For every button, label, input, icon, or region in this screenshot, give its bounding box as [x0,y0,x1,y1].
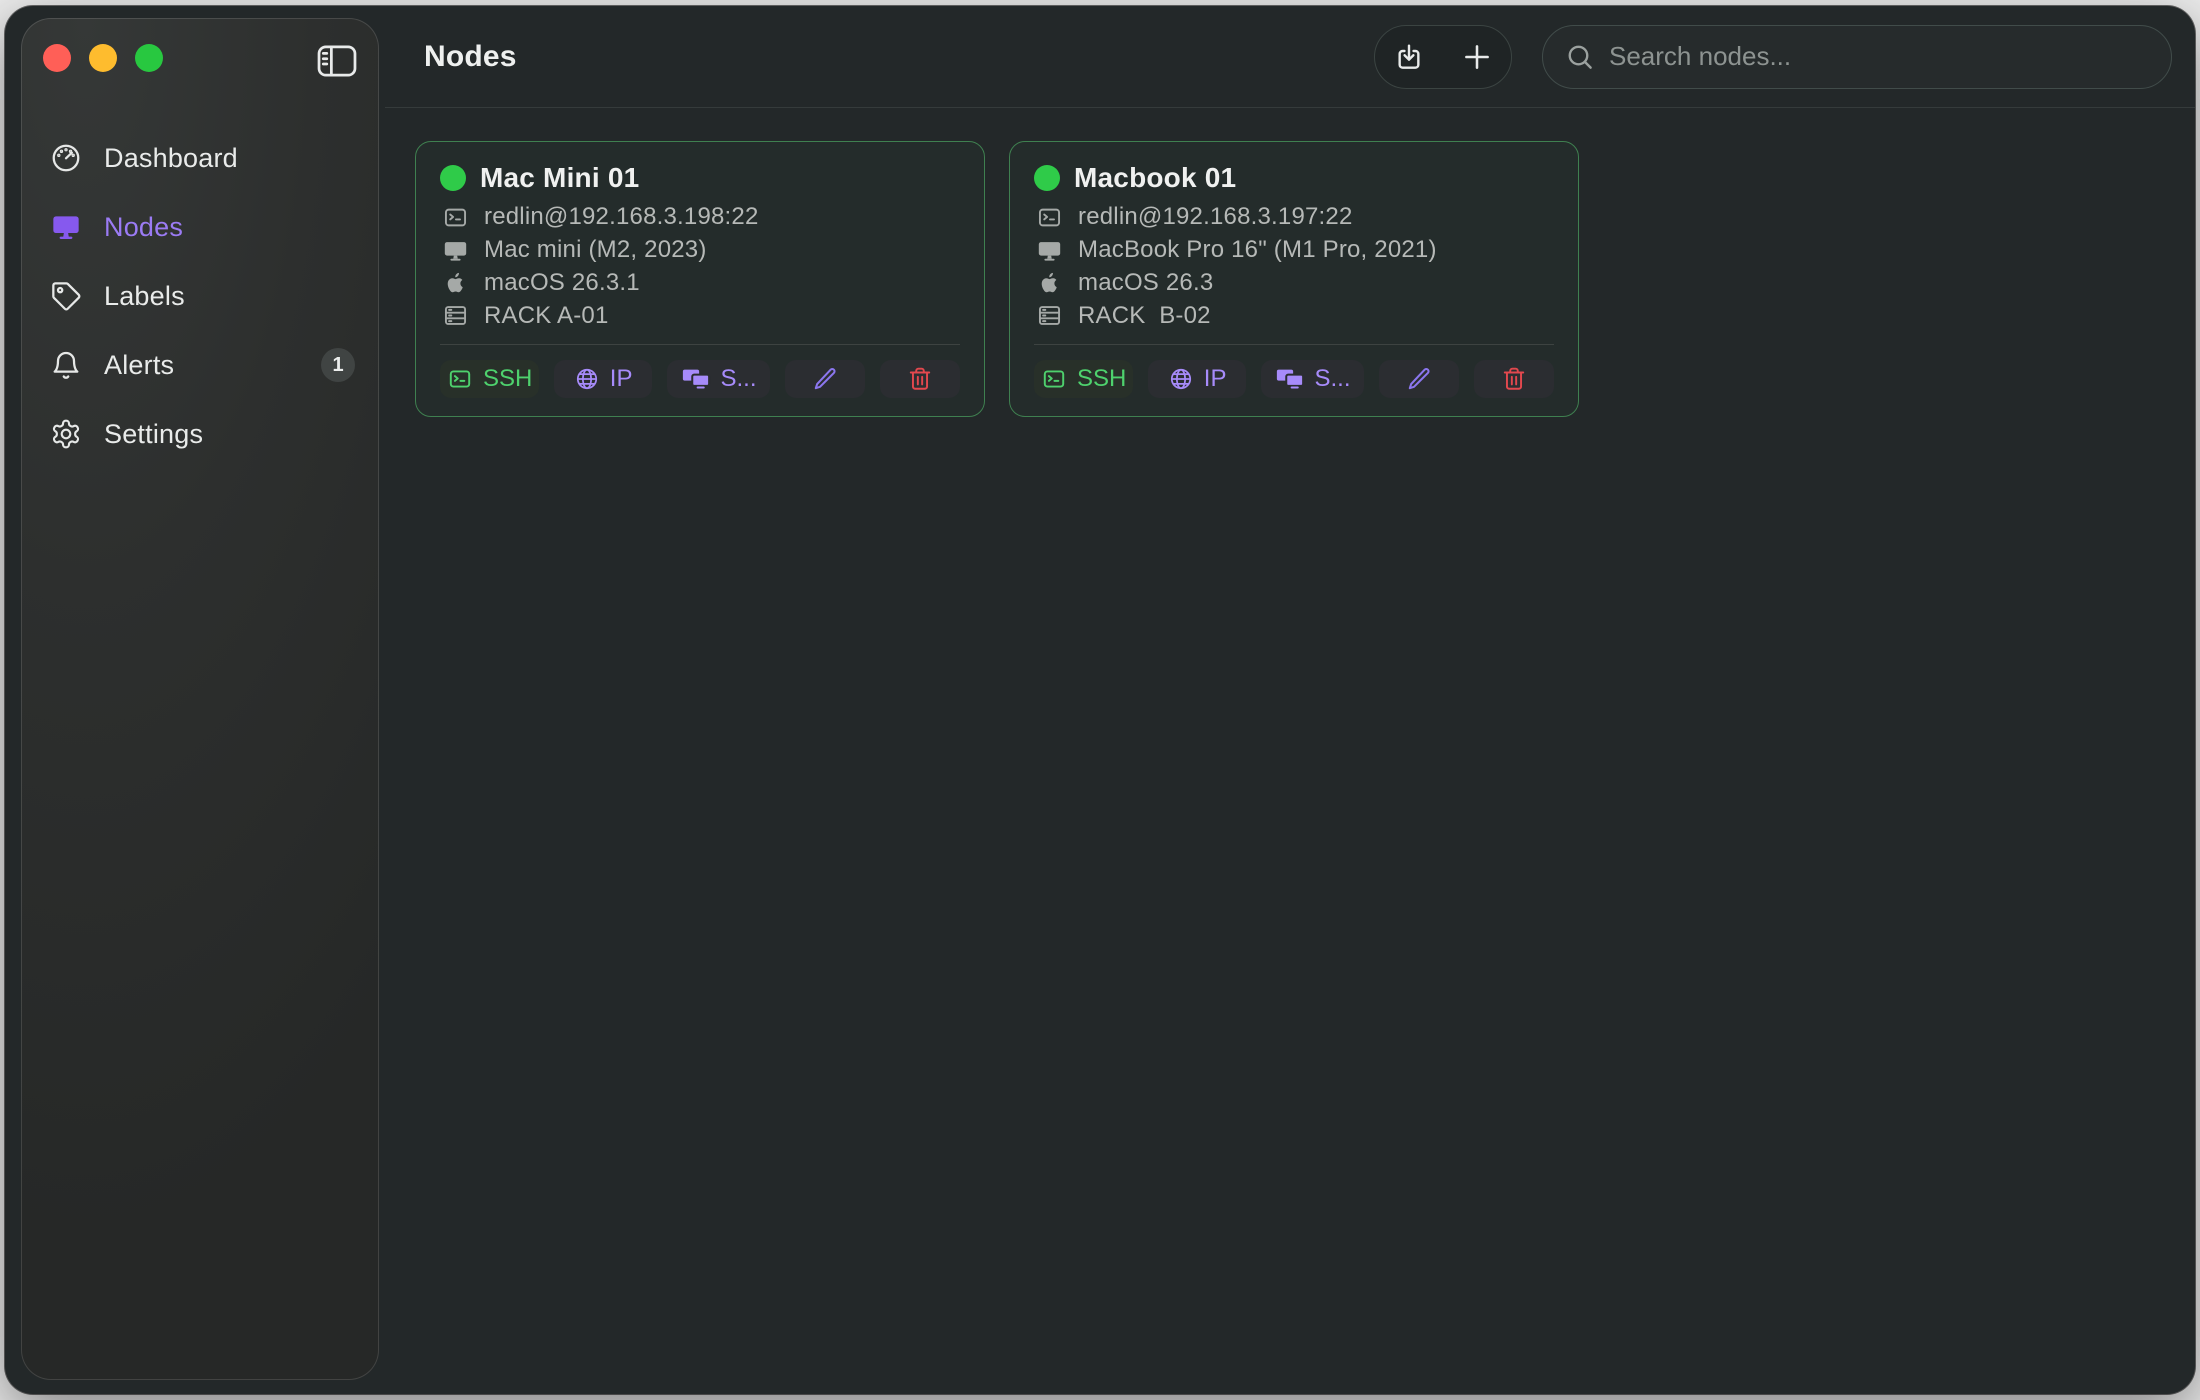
search-icon [1565,42,1595,72]
node-model: Mac mini (M2, 2023) [484,236,707,264]
ip-button[interactable]: IP [554,360,651,398]
toolbar [1374,25,1512,89]
rack-icon [1034,302,1064,329]
node-name: Mac Mini 01 [480,162,639,194]
sidebar-item-label: Settings [104,419,203,450]
close-button[interactable] [43,44,71,72]
apple-icon [1034,270,1064,295]
tag-icon [49,279,83,313]
sidebar: Dashboard Nodes [21,18,379,1380]
node-os: macOS 26.3.1 [484,269,640,297]
terminal-icon [447,366,473,392]
globe-icon [574,366,600,392]
globe-icon [1168,366,1194,392]
ssh-address: redlin@192.168.3.197:22 [1078,203,1353,231]
card-divider [1034,344,1554,345]
node-card-header: Macbook 01 [1034,162,1554,194]
monitor-icon [440,237,470,264]
delete-button[interactable] [1474,360,1554,398]
sidebar-nav: Dashboard Nodes [21,72,379,458]
node-card-header: Mac Mini 01 [440,162,960,194]
ssh-button[interactable]: SSH [1034,360,1133,398]
node-card: Mac Mini 01 redlin@192.168.3.198:22 [415,141,985,417]
app-window: Dashboard Nodes [5,6,2195,1394]
main-area: Nodes [385,6,2195,1394]
ssh-address-row: redlin@192.168.3.198:22 [440,201,960,234]
sidebar-item-nodes[interactable]: Nodes [35,203,365,251]
ip-button-label: IP [1204,365,1227,393]
header: Nodes [385,6,2195,108]
sidebar-item-label: Alerts [104,350,174,381]
node-rack: RACK B-02 [1078,302,1211,330]
ssh-button-label: SSH [1077,365,1126,393]
ssh-button[interactable]: SSH [440,360,539,398]
trash-icon [1501,366,1527,392]
os-row: macOS 26.3 [1034,267,1554,300]
rack-row: RACK B-02 [1034,299,1554,332]
node-model: MacBook Pro 16" (M1 Pro, 2021) [1078,236,1437,264]
search-input[interactable] [1609,41,2149,72]
terminal-icon [1041,366,1067,392]
node-os: macOS 26.3 [1078,269,1213,297]
gauge-icon [49,141,83,175]
node-actions: SSH IP [1034,360,1554,398]
model-row: Mac mini (M2, 2023) [440,234,960,267]
screens-icon [1275,364,1305,394]
sidebar-item-settings[interactable]: Settings [35,410,365,458]
apple-icon [440,270,470,295]
sidebar-item-dashboard[interactable]: Dashboard [35,134,365,182]
search-box [1542,25,2172,89]
node-card: Macbook 01 redlin@192.168.3.197:22 [1009,141,1579,417]
sidebar-item-alerts[interactable]: Alerts 1 [35,341,365,389]
rack-row: RACK A-01 [440,299,960,332]
os-row: macOS 26.3.1 [440,267,960,300]
screens-button[interactable]: S... [667,360,770,398]
screens-icon [681,364,711,394]
zoom-button[interactable] [135,44,163,72]
pencil-icon [1406,366,1432,392]
monitor-icon [1034,237,1064,264]
alerts-count-badge: 1 [321,348,355,382]
bell-icon [49,348,83,382]
sidebar-item-label: Labels [104,281,185,312]
node-rack: RACK A-01 [484,302,609,330]
screens-button-label: S... [721,365,757,393]
plus-icon [1460,40,1494,74]
ssh-button-label: SSH [483,365,532,393]
gear-icon [49,417,83,451]
edit-button[interactable] [785,360,865,398]
node-name: Macbook 01 [1074,162,1236,194]
ip-button-label: IP [610,365,633,393]
status-online-dot [1034,165,1060,191]
download-icon [1393,40,1425,74]
page-title: Nodes [424,40,517,74]
import-button[interactable] [1375,26,1443,88]
ip-button[interactable]: IP [1148,360,1245,398]
add-node-button[interactable] [1443,26,1511,88]
delete-button[interactable] [880,360,960,398]
terminal-icon [1034,204,1064,231]
screens-button-label: S... [1315,365,1351,393]
node-actions: SSH IP [440,360,960,398]
ssh-address: redlin@192.168.3.198:22 [484,203,759,231]
sidebar-item-labels[interactable]: Labels [35,272,365,320]
node-card-grid: Mac Mini 01 redlin@192.168.3.198:22 [385,108,2195,417]
status-online-dot [440,165,466,191]
model-row: MacBook Pro 16" (M1 Pro, 2021) [1034,234,1554,267]
ssh-address-row: redlin@192.168.3.197:22 [1034,201,1554,234]
terminal-icon [440,204,470,231]
trash-icon [907,366,933,392]
sidebar-item-label: Nodes [104,212,183,243]
rack-icon [440,302,470,329]
sidebar-item-label: Dashboard [104,143,238,174]
screens-button[interactable]: S... [1261,360,1364,398]
pencil-icon [812,366,838,392]
sidebar-toggle-icon[interactable] [317,45,357,77]
minimize-button[interactable] [89,44,117,72]
monitor-icon [49,210,83,244]
edit-button[interactable] [1379,360,1459,398]
card-divider [440,344,960,345]
